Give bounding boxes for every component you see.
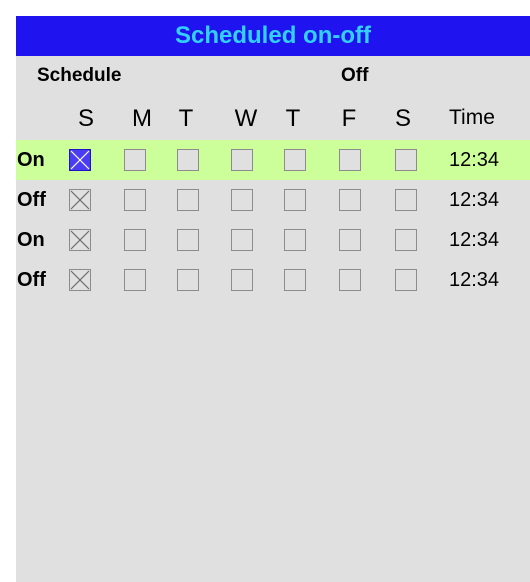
day-checkbox-friday[interactable] — [339, 189, 361, 211]
day-checkbox-wednesday[interactable] — [231, 189, 253, 211]
row-action-label[interactable]: Off — [17, 189, 46, 212]
row-action-label[interactable]: On — [17, 149, 45, 172]
row-time-value[interactable]: 12:34 — [449, 229, 499, 252]
check-cross-icon — [70, 270, 90, 290]
day-checkbox-saturday[interactable] — [395, 149, 417, 171]
day-header-row: S M T W T F S Time — [16, 96, 530, 140]
day-header-wednesday: W — [234, 105, 258, 132]
schedule-row[interactable]: Off 12:34 — [16, 180, 530, 220]
day-header-sunday: S — [77, 105, 94, 132]
row-action-label[interactable]: Off — [17, 269, 46, 292]
day-checkbox-tuesday[interactable] — [177, 189, 199, 211]
row-time-value[interactable]: 12:34 — [449, 269, 499, 292]
day-header-monday: M — [132, 105, 152, 132]
day-checkbox-sunday[interactable] — [69, 229, 91, 251]
scheduled-on-off-panel: Scheduled on-off Schedule Off S M T W T … — [16, 16, 530, 582]
day-header-thursday: T — [285, 105, 301, 132]
row-action-label[interactable]: On — [17, 229, 45, 252]
check-cross-icon — [70, 230, 90, 250]
day-checkbox-wednesday[interactable] — [231, 149, 253, 171]
day-checkbox-tuesday[interactable] — [177, 229, 199, 251]
day-checkbox-wednesday[interactable] — [231, 269, 253, 291]
day-checkbox-sunday[interactable] — [69, 149, 91, 171]
day-checkbox-saturday[interactable] — [395, 269, 417, 291]
day-checkbox-sunday[interactable] — [69, 269, 91, 291]
day-checkbox-monday[interactable] — [124, 269, 146, 291]
check-cross-icon — [70, 150, 90, 170]
day-checkbox-monday[interactable] — [124, 149, 146, 171]
day-checkbox-thursday[interactable] — [284, 149, 306, 171]
day-checkbox-monday[interactable] — [124, 229, 146, 251]
day-checkbox-tuesday[interactable] — [177, 149, 199, 171]
day-checkbox-friday[interactable] — [339, 149, 361, 171]
day-checkbox-wednesday[interactable] — [231, 229, 253, 251]
row-time-value[interactable]: 12:34 — [449, 149, 499, 172]
schedule-row[interactable]: On 12:34 — [16, 220, 530, 260]
schedule-label: Schedule — [37, 65, 122, 86]
day-checkbox-thursday[interactable] — [284, 189, 306, 211]
panel-title: Scheduled on-off — [16, 16, 530, 56]
day-header-saturday: S — [394, 105, 411, 132]
time-header: Time — [449, 106, 495, 129]
check-cross-icon — [70, 190, 90, 210]
day-checkbox-saturday[interactable] — [395, 189, 417, 211]
row-time-value[interactable]: 12:34 — [449, 189, 499, 212]
day-checkbox-friday[interactable] — [339, 229, 361, 251]
day-checkbox-thursday[interactable] — [284, 229, 306, 251]
day-checkbox-tuesday[interactable] — [177, 269, 199, 291]
day-header-friday: F — [341, 105, 357, 132]
day-checkbox-monday[interactable] — [124, 189, 146, 211]
panel-title-text: Scheduled on-off — [175, 22, 371, 49]
day-checkbox-saturday[interactable] — [395, 229, 417, 251]
schedule-header: Schedule Off — [16, 56, 530, 96]
day-checkbox-friday[interactable] — [339, 269, 361, 291]
schedule-row[interactable]: Off 12:34 — [16, 260, 530, 300]
day-checkbox-thursday[interactable] — [284, 269, 306, 291]
schedule-mode-value[interactable]: Off — [341, 65, 368, 87]
schedule-row[interactable]: On 12:34 — [16, 140, 530, 180]
day-header-tuesday: T — [178, 105, 194, 132]
day-checkbox-sunday[interactable] — [69, 189, 91, 211]
